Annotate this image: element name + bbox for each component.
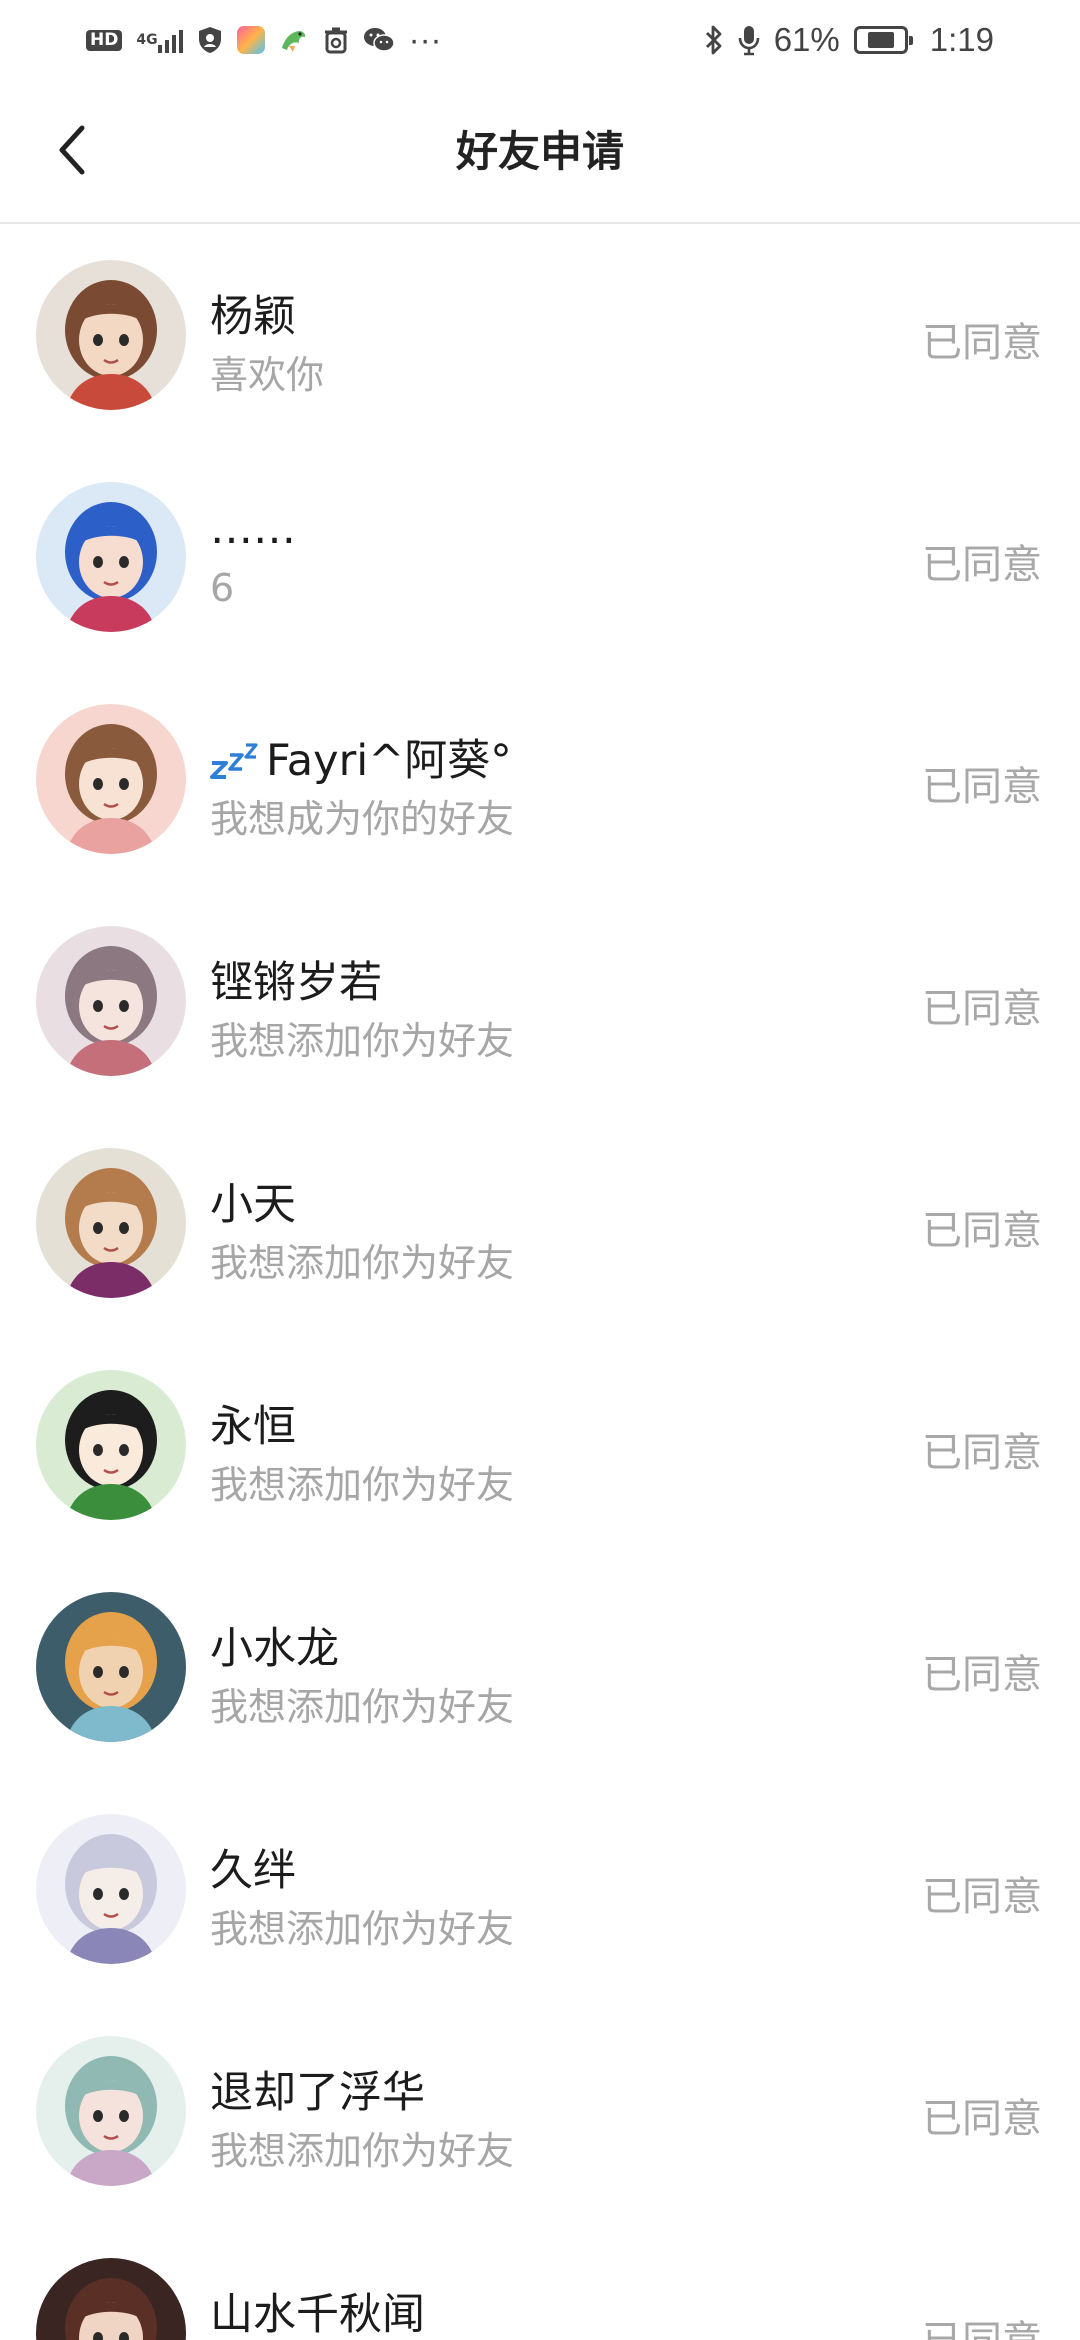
requester-name: 退却了浮华 [210,2068,425,2118]
avatar[interactable] [36,260,186,410]
signal-icon: 4G [136,27,183,53]
avatar-illustration [36,2036,186,2186]
avatar[interactable] [36,482,186,632]
friend-request-item[interactable]: 杨颖 喜欢你 已同意 [0,224,1080,446]
requester-name: Fayri^阿葵° [210,726,512,788]
requester-name: 杨颖 [210,292,296,342]
page-title: 好友申请 [455,127,624,176]
request-message: 喜欢你 [210,353,325,397]
avatar-illustration [36,2258,186,2340]
requester-name: 永恒 [210,1402,296,1452]
friend-request-item[interactable]: 小天 我想添加你为好友 已同意 [0,1112,1080,1334]
avatar-illustration [36,926,186,1076]
status-accepted-label: 已同意 [922,1652,1042,1698]
battery-level [867,32,894,48]
friend-request-item[interactable]: 小水龙 我想添加你为好友 已同意 [0,1556,1080,1778]
request-message: 我想添加你为好友 [210,1907,515,1951]
avatar[interactable] [36,1814,186,1964]
more-notifications-icon: ··· [408,21,442,58]
status-accepted-label: 已同意 [922,1208,1042,1254]
friend-request-item[interactable]: 久绊 我想添加你为好友 已同意 [0,1778,1080,2000]
friend-request-item[interactable]: 永恒 我想添加你为好友 已同意 [0,1334,1080,1556]
bluetooth-icon [704,24,724,56]
avatar[interactable] [36,926,186,1076]
avatar-illustration [36,260,186,410]
avatar[interactable] [36,704,186,854]
status-accepted-label: 已同意 [922,2308,1042,2340]
battery-icon [853,26,913,54]
status-accepted-label: 已同意 [922,986,1042,1032]
request-message: 我想添加你为好友 [210,2129,515,2173]
request-message: 我想添加你为好友 [210,1685,515,1729]
wechat-icon [363,26,395,54]
mic-icon [738,24,760,56]
status-accepted-label: 已同意 [922,1430,1042,1476]
status-accepted-label: 已同意 [922,2096,1042,2142]
requester-name: …… [210,504,296,554]
avatar-illustration [36,704,186,854]
shield-icon [197,26,223,54]
requester-name: 小天 [210,1180,296,1230]
avatar[interactable] [36,1148,186,1298]
friend-request-item[interactable]: Fayri^阿葵° 我想成为你的好友 已同意 [0,668,1080,890]
zzz-icon [210,741,264,781]
dragon-icon [279,26,309,54]
avatar[interactable] [36,1592,186,1742]
avatar-illustration [36,1592,186,1742]
requester-name: 久绊 [210,1846,296,1896]
avatar[interactable] [36,1370,186,1520]
friend-request-item[interactable]: 铿锵岁若 我想添加你为好友 已同意 [0,890,1080,1112]
network-type-label: 4G [136,32,158,48]
request-message: 我想添加你为好友 [210,1241,515,1285]
status-accepted-label: 已同意 [922,764,1042,810]
avatar-illustration [36,482,186,632]
friend-request-item[interactable]: …… 6 已同意 [0,446,1080,668]
recycle-icon [323,26,349,54]
requester-name: 铿锵岁若 [210,958,382,1008]
app-icon [236,26,265,54]
request-message: 我想添加你为好友 [210,1463,515,1507]
hd-icon: HD [86,29,123,51]
avatar-illustration [36,1370,186,1520]
avatar[interactable] [36,2258,186,2340]
clock: 1:19 [929,21,994,58]
battery-percent: 61% [773,21,840,58]
friend-request-list[interactable]: 杨颖 喜欢你 已同意 …… 6 已同意 Fayri^阿葵° 我想成为你的好友 已… [0,224,1080,2340]
status-bar: HD 4G ··· 61% 1:19 [0,0,1080,80]
avatar-illustration [36,1814,186,1964]
requester-name: 山水千秋闻 [210,2290,425,2340]
status-accepted-label: 已同意 [922,1874,1042,1920]
friend-request-item[interactable]: 山水千秋闻 已同意 [0,2222,1080,2340]
status-bar-left: HD 4G ··· [86,21,442,59]
request-message: 6 [210,566,235,610]
request-message: 我想成为你的好友 [210,797,515,841]
status-accepted-label: 已同意 [922,320,1042,366]
friend-request-item[interactable]: 退却了浮华 我想添加你为好友 已同意 [0,2000,1080,2222]
status-bar-right: 61% 1:19 [704,21,994,59]
avatar-illustration [36,1148,186,1298]
requester-name: 小水龙 [210,1624,339,1674]
requester-name-text: Fayri^阿葵° [266,736,512,786]
request-message: 我想添加你为好友 [210,1019,515,1063]
status-accepted-label: 已同意 [922,542,1042,588]
avatar[interactable] [36,2036,186,2186]
header-bar: 好友申请 [0,80,1080,224]
